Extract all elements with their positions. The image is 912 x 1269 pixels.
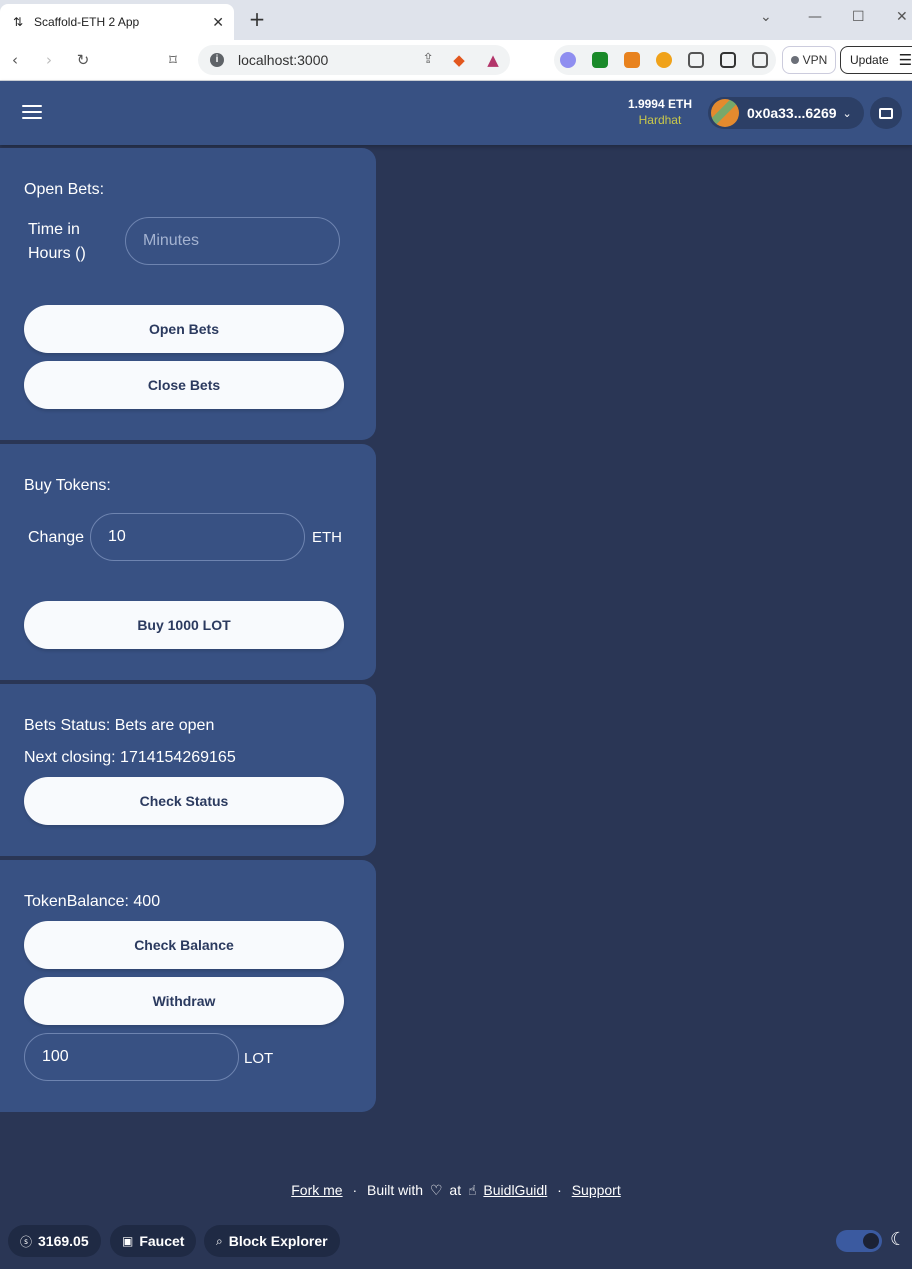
- tab-search-icon[interactable]: ⌄: [760, 9, 772, 25]
- browser-tabstrip: ⇅ Scaffold-ETH 2 App ✕ + ⌄ — ☐ ✕: [0, 0, 912, 40]
- close-window-icon[interactable]: ✕: [896, 9, 908, 25]
- eth-price-button[interactable]: ⓢ 3169.05: [8, 1225, 101, 1257]
- close-bets-button[interactable]: Close Bets: [24, 361, 344, 409]
- bets-status-text: Bets Status: Bets are open: [24, 717, 215, 734]
- tab-title: Scaffold-ETH 2 App: [34, 15, 140, 29]
- back-icon[interactable]: ‹: [4, 49, 26, 71]
- sidebar-toggle-icon[interactable]: [720, 52, 736, 68]
- extensions-puzzle-icon[interactable]: [688, 52, 704, 68]
- buidlguidl-link[interactable]: BuidlGuidl: [483, 1182, 547, 1198]
- hamburger-menu-icon[interactable]: [22, 105, 42, 121]
- account-dropdown[interactable]: 0x0a33...6269 ⌄: [708, 97, 864, 129]
- block-explorer-label: Block Explorer: [228, 1233, 328, 1249]
- extensions-area: [554, 45, 776, 75]
- buy-tokens-title: Buy Tokens:: [24, 477, 111, 494]
- brave-rewards-icon[interactable]: ▲: [482, 49, 504, 71]
- token-balance-text: TokenBalance: 400: [24, 893, 161, 910]
- toggle-knob: [863, 1233, 879, 1249]
- dollar-icon: ⓢ: [20, 1234, 33, 1249]
- lot-unit-label: LOT: [244, 1050, 274, 1067]
- forward-icon[interactable]: ›: [38, 49, 60, 71]
- eth-balance: 1.9994 ETH: [627, 97, 692, 111]
- update-button[interactable]: Update ☰: [840, 46, 912, 74]
- faucet-button[interactable]: ▣ Faucet: [110, 1225, 197, 1257]
- metamask-icon[interactable]: [624, 52, 640, 68]
- network-name: Hardhat: [638, 113, 682, 127]
- eth-amount-input[interactable]: [90, 513, 305, 561]
- check-status-button[interactable]: Check Status: [24, 777, 344, 825]
- avatar: [711, 99, 739, 127]
- share-icon[interactable]: ⇪: [422, 51, 434, 67]
- token-balance-card: TokenBalance: 400 Check Balance Withdraw…: [0, 860, 376, 1112]
- account-address: 0x0a33...6269: [747, 105, 837, 121]
- scaffold-icon: ⇅: [12, 15, 24, 29]
- browser-tab[interactable]: ⇅ Scaffold-ETH 2 App ✕: [0, 4, 234, 40]
- bets-status-card: Bets Status: Bets are open Next closing:…: [0, 684, 376, 856]
- wallet-icon[interactable]: [752, 52, 768, 68]
- buy-tokens-button[interactable]: Buy 1000 LOT: [24, 601, 344, 649]
- vpn-label: VPN: [802, 53, 828, 67]
- withdraw-amount-input[interactable]: [24, 1033, 239, 1081]
- buidlguidl-icon: ☝: [468, 1183, 477, 1199]
- app-header: 1.9994 ETH Hardhat 0x0a33...6269 ⌄: [0, 81, 912, 145]
- footer-links: Fork me · Built with ♡ at ☝ BuidlGuidl ·…: [0, 1182, 912, 1199]
- menu-icon[interactable]: ☰: [899, 51, 912, 69]
- bookmark-icon[interactable]: ⌑: [162, 49, 184, 71]
- maximize-icon[interactable]: ☐: [852, 9, 865, 25]
- site-info-icon[interactable]: i: [210, 53, 224, 67]
- check-balance-button[interactable]: Check Balance: [24, 921, 344, 969]
- minutes-input[interactable]: [125, 217, 340, 265]
- faucet-label: Faucet: [139, 1233, 185, 1249]
- fork-me-link[interactable]: Fork me: [291, 1182, 342, 1198]
- time-label-line2: Hours (): [28, 245, 86, 262]
- reload-icon[interactable]: ↻: [72, 49, 94, 71]
- extension-p-icon[interactable]: [656, 52, 672, 68]
- withdraw-button[interactable]: Withdraw: [24, 977, 344, 1025]
- qr-code-button[interactable]: [870, 97, 902, 129]
- extension-ghost-icon[interactable]: [560, 52, 576, 68]
- change-label: Change: [28, 529, 85, 546]
- minimize-icon[interactable]: —: [808, 9, 822, 25]
- qr-code-icon: [879, 107, 893, 119]
- faucet-icon: ▣: [122, 1234, 134, 1248]
- vpn-status-icon: [790, 56, 799, 64]
- open-bets-button[interactable]: Open Bets: [24, 305, 344, 353]
- next-closing-text: Next closing: 1714154269165: [24, 749, 236, 766]
- footer-separator-2: ·: [557, 1182, 562, 1198]
- theme-toggle[interactable]: [836, 1230, 882, 1252]
- browser-toolbar: ‹ › ↻ ⌑ i localhost:3000 ⇪ ◆ ▲ VPN Updat…: [0, 40, 912, 81]
- open-bets-card: Open Bets: Time in Hours () Open Bets Cl…: [0, 148, 376, 440]
- time-label-line1: Time in: [28, 221, 80, 238]
- eth-price: 3169.05: [38, 1233, 89, 1249]
- moon-icon: ☾: [890, 1229, 907, 1250]
- search-icon: ⌕: [216, 1233, 223, 1248]
- new-tab-icon[interactable]: +: [246, 8, 268, 30]
- chevron-down-icon: ⌄: [842, 106, 852, 120]
- close-tab-icon[interactable]: ✕: [212, 14, 224, 31]
- wallet-balance: 1.9994 ETH Hardhat: [628, 97, 692, 127]
- buy-tokens-card: Buy Tokens: Change ETH Buy 1000 LOT: [0, 444, 376, 680]
- extension-download-icon[interactable]: [592, 52, 608, 68]
- eth-unit-label: ETH: [312, 529, 342, 546]
- vpn-button[interactable]: VPN: [782, 46, 836, 74]
- block-explorer-button[interactable]: ⌕ Block Explorer: [204, 1225, 340, 1257]
- footer-separator: ·: [352, 1182, 358, 1198]
- heart-icon: ♡: [429, 1183, 443, 1199]
- open-bets-title: Open Bets:: [24, 181, 105, 198]
- support-link[interactable]: Support: [572, 1182, 621, 1198]
- built-with-text: Built with: [367, 1182, 424, 1198]
- brave-icon[interactable]: ◆: [448, 49, 470, 71]
- update-label: Update: [850, 53, 889, 67]
- url-text: localhost:3000: [238, 52, 329, 68]
- at-text: at: [449, 1182, 462, 1198]
